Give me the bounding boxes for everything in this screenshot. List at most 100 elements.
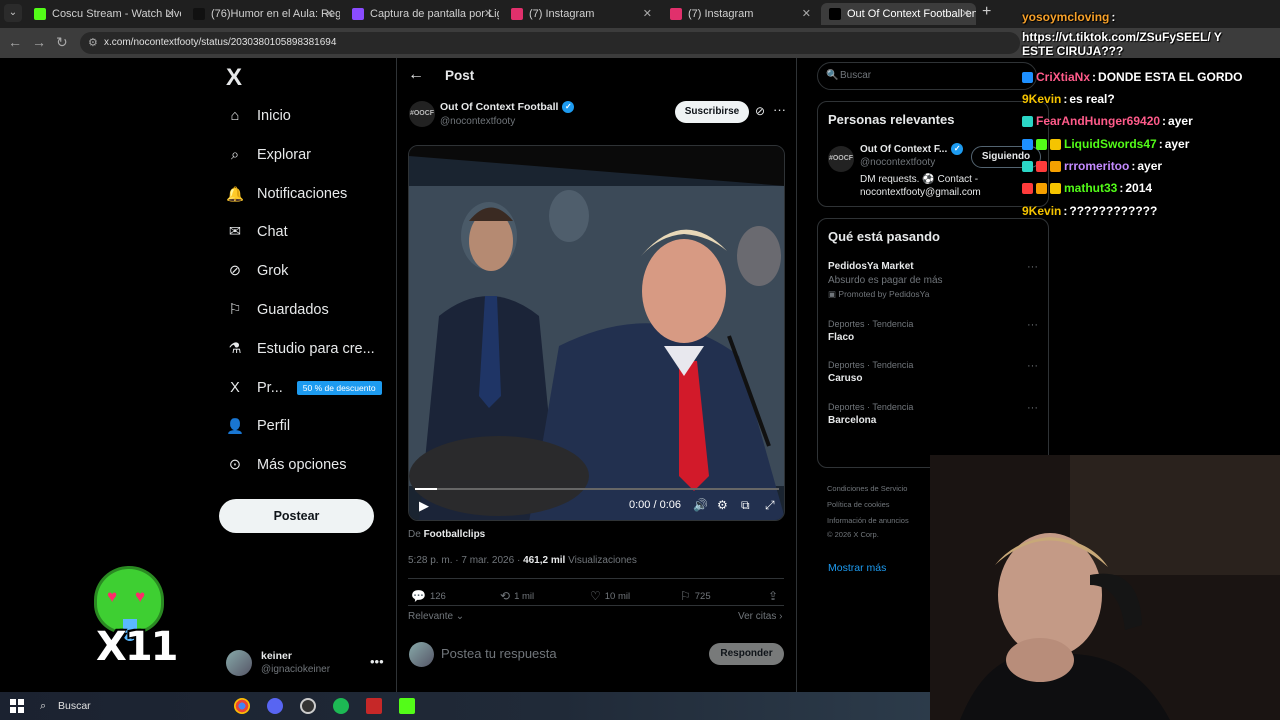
close-tab-icon[interactable]: ✕ xyxy=(961,3,970,25)
video-player[interactable]: ▶ 0:00 / 0:06 🔊 ⚙ ⧉ ⤢ xyxy=(408,145,785,521)
chat-badge-icon xyxy=(1036,138,1047,150)
grok-explain-icon[interactable]: ⊘ xyxy=(755,104,765,118)
chat-message: FearAndHunger69420 : ayer xyxy=(1022,114,1193,128)
search-placeholder: Buscar xyxy=(840,70,872,81)
video-frame xyxy=(409,146,784,520)
nav-item-3[interactable]: 🔔 Notificaciones xyxy=(226,180,347,208)
search-input[interactable]: 🔍 Buscar xyxy=(817,62,1037,90)
author-avatar[interactable]: #OOCF xyxy=(409,101,435,127)
nav-item-4[interactable]: ✉ Chat xyxy=(226,218,288,246)
pip-icon[interactable]: ⧉ xyxy=(741,498,750,513)
relevant-avatar[interactable]: #OOCF xyxy=(828,146,854,172)
repost-action[interactable]: ⟲ 1 mil xyxy=(500,589,534,603)
source-link[interactable]: Footballclips xyxy=(424,529,486,540)
close-tab-icon[interactable]: ✕ xyxy=(166,3,175,25)
nav-item-7[interactable]: ⚗ Estudio para cre... xyxy=(226,335,375,363)
forward-icon[interactable]: → xyxy=(32,34,46,50)
nav-item-6[interactable]: ⚐ Guardados xyxy=(226,296,329,324)
new-tab-button[interactable]: + xyxy=(982,3,991,21)
source-prefix: De xyxy=(408,529,421,540)
x-logo[interactable]: X xyxy=(226,64,242,92)
windows-start-icon[interactable] xyxy=(10,699,24,713)
trend-category: Deportes · Tendencia xyxy=(828,360,914,370)
trend-item[interactable]: PedidosYa Market Absurdo es pagar de más… xyxy=(828,261,1038,300)
close-tab-icon[interactable]: ✕ xyxy=(643,3,652,25)
reply-input[interactable]: Postea tu respuesta xyxy=(441,646,557,661)
chat-badge-icon xyxy=(1050,138,1061,150)
video-time: 0:00 / 0:06 xyxy=(629,499,681,511)
settings-icon[interactable]: ⚙ xyxy=(717,498,728,512)
trend-item[interactable]: Deportes · Tendencia Barcelona ··· xyxy=(828,402,1038,426)
video-progress[interactable] xyxy=(415,488,779,490)
site-info-icon[interactable]: ⚙ xyxy=(88,32,98,54)
bookmark-action[interactable]: ⚐ 725 xyxy=(680,589,711,603)
relevant-handle[interactable]: @nocontextfooty xyxy=(860,157,935,168)
browser-tab[interactable]: (76)Humor en el Aula: Regaños✕ xyxy=(185,3,340,25)
relevant-people-panel: Personas relevantes #OOCF Out Of Context… xyxy=(817,101,1049,207)
nav-item-9[interactable]: 👤 Perfil xyxy=(226,412,290,440)
browser-tab[interactable]: Coscu Stream - Watch Live on K✕ xyxy=(26,3,181,25)
footer-link[interactable]: Información de anuncios xyxy=(827,516,909,525)
divider xyxy=(408,578,784,579)
volume-icon[interactable]: 🔊 xyxy=(693,498,708,512)
share-action[interactable]: ⇪ xyxy=(768,589,778,603)
sort-replies-dropdown[interactable]: Relevante ⌄ xyxy=(408,611,464,622)
post-timestamp[interactable]: 5:28 p. m. · 7 mar. 2026 · xyxy=(408,555,520,566)
discord-icon[interactable] xyxy=(267,698,283,714)
url-field[interactable]: ⚙ x.com/nocontextfooty/status/2030380105… xyxy=(80,32,1020,54)
nav-item-10[interactable]: ⊙ Más opciones xyxy=(226,451,347,479)
browser-tab[interactable]: Captura de pantalla por Lightsh✕ xyxy=(344,3,499,25)
subscribe-button[interactable]: Suscribirse xyxy=(675,101,749,123)
post-button[interactable]: Postear xyxy=(219,499,374,533)
trend-item[interactable]: Deportes · Tendencia Caruso ··· xyxy=(828,360,1038,384)
views-label: Visualizaciones xyxy=(568,555,637,566)
footer-link[interactable]: Política de cookies xyxy=(827,500,890,509)
reply-button[interactable]: Responder xyxy=(709,643,784,665)
account-switcher[interactable]: keiner @ignaciokeiner ••• xyxy=(226,648,386,680)
fullscreen-icon[interactable]: ⤢ xyxy=(765,498,775,513)
more-icon[interactable]: ··· xyxy=(1027,360,1038,372)
kick-icon[interactable] xyxy=(399,698,415,714)
bookmark-count: 725 xyxy=(694,590,711,602)
browser-tab[interactable]: (7) Instagram ✕ xyxy=(503,3,658,25)
nav-item-1[interactable]: ⌂ Inicio xyxy=(226,102,291,130)
reload-icon[interactable]: ↻ xyxy=(56,34,68,51)
nav-item-8[interactable]: X Pr... 50 % de descuento xyxy=(226,374,382,402)
chrome-icon[interactable] xyxy=(234,698,250,714)
author-handle[interactable]: @nocontextfooty xyxy=(440,116,515,127)
reply-action[interactable]: 💬 126 xyxy=(411,589,446,603)
back-arrow-icon[interactable]: ← xyxy=(408,66,424,84)
taskbar-search[interactable]: ⌕ Buscar xyxy=(38,696,188,716)
voicemeeter-icon[interactable] xyxy=(366,698,382,714)
nav-item-2[interactable]: ⌕ Explorar xyxy=(226,141,311,169)
relevant-name[interactable]: Out Of Context F... ✓ xyxy=(860,143,964,155)
nav-item-5[interactable]: ⊘ Grok xyxy=(226,257,289,285)
close-tab-icon[interactable]: ✕ xyxy=(325,3,334,25)
nav-label: Grok xyxy=(257,263,289,279)
back-icon[interactable]: ← xyxy=(8,34,22,50)
obs-icon[interactable] xyxy=(300,698,316,714)
more-icon[interactable]: ··· xyxy=(1027,402,1038,414)
show-more-link[interactable]: Mostrar más xyxy=(828,562,886,574)
more-icon[interactable]: ··· xyxy=(1027,261,1038,273)
close-tab-icon[interactable]: ✕ xyxy=(802,3,811,25)
footer-link[interactable]: Condiciones de Servicio xyxy=(827,484,907,493)
close-tab-icon[interactable]: ✕ xyxy=(484,3,493,25)
x-premium-icon: X xyxy=(230,380,240,396)
tab-search-button[interactable]: ⌄ xyxy=(4,4,22,22)
play-icon[interactable]: ▶ xyxy=(419,498,429,514)
chevron-down-icon: ⌄ xyxy=(453,611,465,622)
views-count: 461,2 mil xyxy=(523,555,566,566)
browser-tab[interactable]: Out Of Context Football en X: "✕ xyxy=(821,3,976,25)
browser-tab[interactable]: (7) Instagram ✕ xyxy=(662,3,817,25)
taskbar-search-label: Buscar xyxy=(58,700,91,712)
view-quotes-link[interactable]: Ver citas › xyxy=(738,611,782,622)
more-icon[interactable]: ··· xyxy=(1027,319,1038,331)
chat-badge-icon xyxy=(1022,182,1033,194)
like-action[interactable]: ♡ 10 mil xyxy=(590,589,630,603)
more-icon[interactable]: ··· xyxy=(773,102,786,117)
trend-item[interactable]: Deportes · Tendencia Flaco ··· xyxy=(828,319,1038,343)
spotify-icon[interactable] xyxy=(333,698,349,714)
chevron-right-icon: › xyxy=(776,611,783,622)
author-name[interactable]: Out Of Context Football ✓ xyxy=(440,101,575,113)
